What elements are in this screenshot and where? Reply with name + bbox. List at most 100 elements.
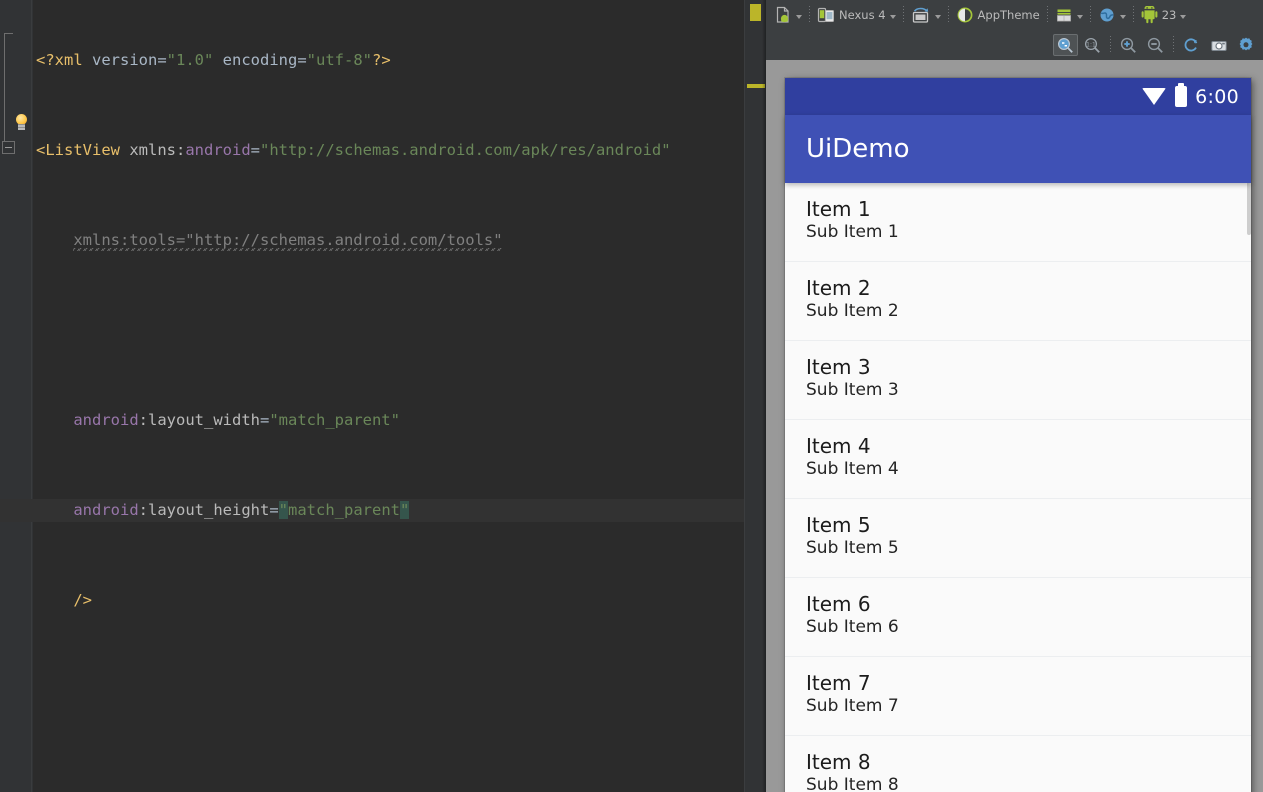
- preview-zoom-toolbar: 1:1: [766, 30, 1263, 60]
- colon-5: :: [138, 411, 148, 429]
- refresh-icon: [1184, 37, 1198, 51]
- code-fold-bracket[interactable]: [4, 33, 14, 150]
- list-item-subtitle: Sub Item 4: [806, 459, 899, 479]
- api-level-label: 23: [1161, 8, 1177, 22]
- list-item[interactable]: Item 4 Sub Item 4: [785, 420, 1251, 499]
- indent-7: [36, 591, 73, 609]
- xmlns-prefix: xmlns:: [120, 141, 186, 159]
- list-item[interactable]: Item 5 Sub Item 5: [785, 499, 1251, 578]
- code-line-7: />: [33, 589, 744, 612]
- layout-variants-button[interactable]: [771, 3, 805, 27]
- layout-variants-icon: [776, 6, 789, 23]
- toolbar-separator-4: [1046, 6, 1048, 24]
- layout-height-quote-open: ": [278, 501, 289, 519]
- code-line-3: xmlns:tools="http://schemas.android.com/…: [33, 229, 744, 252]
- indent-3: [36, 231, 73, 249]
- orientation-caret-icon[interactable]: [934, 14, 941, 19]
- list-item[interactable]: Item 6 Sub Item 6: [785, 578, 1251, 657]
- list-item-subtitle: Sub Item 2: [806, 301, 899, 321]
- list-item-subtitle: Sub Item 7: [806, 696, 899, 716]
- uimode-caret-icon[interactable]: [1076, 14, 1083, 19]
- zoom-in-button[interactable]: [1116, 34, 1141, 56]
- warning-marker-top[interactable]: [750, 4, 761, 21]
- list-item[interactable]: Item 2 Sub Item 2: [785, 262, 1251, 341]
- android-robot-icon: [1141, 6, 1158, 24]
- indent-6: [36, 501, 73, 519]
- api-level-selector[interactable]: 23: [1138, 3, 1190, 27]
- code-line-6-caret: android:layout_height="match_parent": [0, 499, 766, 522]
- layout-width-attr: layout_width: [148, 411, 260, 429]
- zoom-out-icon: [1147, 37, 1163, 53]
- list-item-title: Item 3: [806, 355, 871, 379]
- device-caret-icon[interactable]: [889, 14, 896, 19]
- equals-6: =: [269, 501, 279, 519]
- code-line-5: android:layout_width="match_parent": [33, 409, 744, 432]
- xml-decl-open: <?xml: [36, 51, 83, 69]
- globe-icon: [1100, 8, 1114, 22]
- code-line-2: <ListView xmlns:android="http://schemas.…: [33, 139, 744, 162]
- colon-6: :: [138, 501, 148, 519]
- rotate-orientation-icon: [912, 7, 928, 23]
- toolbar-separator-6: [1132, 6, 1134, 24]
- theme-name-label: AppTheme: [977, 8, 1040, 22]
- version-attr: version=: [82, 51, 167, 69]
- code-line-1: <?xml version="1.0" encoding="utf-8"?>: [33, 49, 744, 72]
- camera-icon: [1210, 40, 1227, 51]
- layout-height-value: match_parent: [288, 501, 400, 519]
- orientation-selector[interactable]: [908, 3, 944, 27]
- device-selector[interactable]: Nexus 4: [814, 3, 899, 27]
- android-status-bar: 6:00: [785, 78, 1251, 115]
- android-ns-6: android: [73, 501, 139, 519]
- zoom-out-button[interactable]: [1143, 34, 1168, 56]
- locale-selector[interactable]: [1095, 3, 1129, 27]
- xmlns-android-name: android: [185, 141, 251, 159]
- bulb-base: [18, 124, 25, 130]
- device-icon: [817, 7, 834, 23]
- zoom-toolbar-separator-2: [1173, 36, 1174, 54]
- toolbar-separator-3: [947, 6, 949, 24]
- refresh-button[interactable]: [1179, 34, 1204, 56]
- preview-config-toolbar: Nexus 4 AppTheme 23: [766, 0, 1263, 30]
- layout-variants-caret-icon[interactable]: [796, 14, 802, 19]
- listview[interactable]: Item 1 Sub Item 1 Item 2 Sub Item 2 Item…: [785, 183, 1251, 792]
- code-fold-collapse-icon[interactable]: [2, 141, 15, 154]
- app-action-bar: UiDemo: [785, 115, 1251, 183]
- preview-canvas[interactable]: 6:00 UiDemo Item 1 Sub Item 1 Item 2 Sub…: [766, 60, 1263, 792]
- api-level-caret-icon[interactable]: [1180, 14, 1187, 19]
- zoom-to-fit-button[interactable]: [1053, 34, 1078, 56]
- code-text-area[interactable]: <?xml version="1.0" encoding="utf-8"?> <…: [0, 0, 766, 792]
- indent-5: [36, 411, 73, 429]
- list-item-title: Item 7: [806, 671, 871, 695]
- toolbar-separator-1: [809, 6, 810, 24]
- xmlns-android-value: "http://schemas.android.com/apk/res/andr…: [260, 141, 671, 159]
- zoom-actual-size-button[interactable]: 1:1: [1080, 34, 1105, 56]
- list-item-title: Item 4: [806, 434, 871, 458]
- app-title: UiDemo: [806, 134, 910, 164]
- xml-editor-pane[interactable]: <?xml version="1.0" encoding="utf-8"?> <…: [0, 0, 766, 792]
- battery-icon: [1175, 83, 1188, 107]
- locale-caret-icon[interactable]: [1119, 14, 1126, 19]
- list-item[interactable]: Item 7 Sub Item 7: [785, 657, 1251, 736]
- intention-bulb-icon[interactable]: [13, 114, 30, 131]
- list-item[interactable]: Item 8 Sub Item 8: [785, 736, 1251, 792]
- list-item[interactable]: Item 1 Sub Item 1: [785, 183, 1251, 262]
- zoom-toolbar-separator-1: [1110, 36, 1111, 54]
- encoding-value: "utf-8": [306, 51, 372, 69]
- xmlns-android-eq: =: [250, 141, 260, 159]
- list-item-subtitle: Sub Item 8: [806, 775, 899, 792]
- theme-selector[interactable]: AppTheme: [953, 3, 1043, 27]
- device-name-label: Nexus 4: [839, 8, 886, 22]
- list-item-title: Item 2: [806, 276, 871, 300]
- list-item[interactable]: Item 3 Sub Item 3: [785, 341, 1251, 420]
- android-studio-layout-editor: <?xml version="1.0" encoding="utf-8"?> <…: [0, 0, 1263, 792]
- wifi-icon: [1142, 88, 1167, 105]
- toolbar-separator-5: [1089, 6, 1091, 24]
- screenshot-button[interactable]: [1206, 34, 1231, 56]
- device-screen[interactable]: 6:00 UiDemo Item 1 Sub Item 1 Item 2 Sub…: [785, 78, 1251, 792]
- list-item-subtitle: Sub Item 6: [806, 617, 899, 637]
- toolbar-separator-2: [902, 6, 904, 24]
- zoom-in-icon: [1120, 37, 1136, 53]
- uimode-selector[interactable]: [1052, 3, 1086, 27]
- settings-button[interactable]: [1233, 34, 1258, 56]
- encoding-attr: encoding=: [213, 51, 307, 69]
